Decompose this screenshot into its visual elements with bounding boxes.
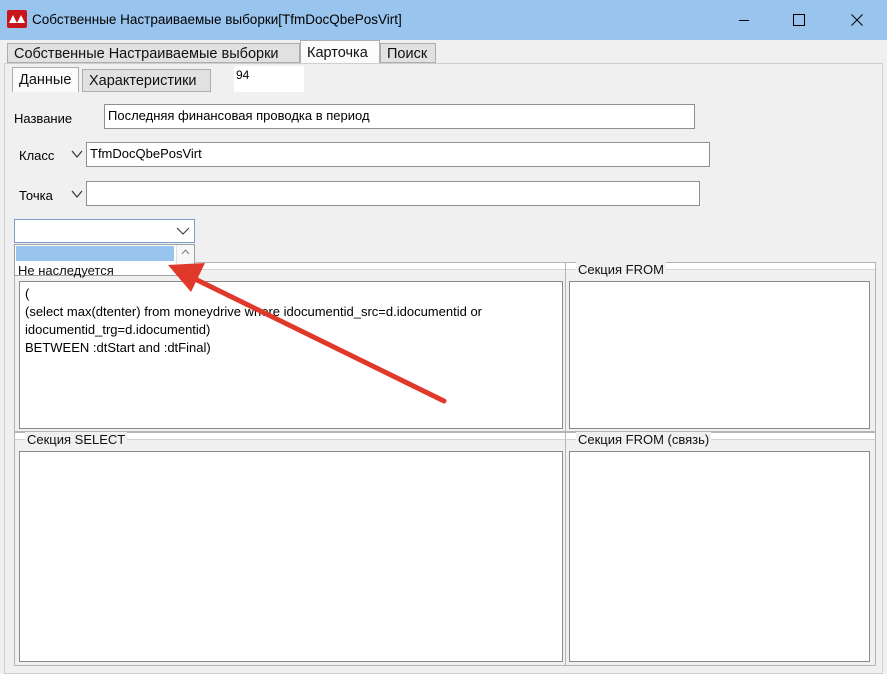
minimize-button[interactable]	[716, 0, 772, 40]
record-id-field: 94	[234, 66, 304, 92]
close-button[interactable]	[829, 0, 885, 40]
close-icon	[851, 14, 863, 26]
tab-search[interactable]: Поиск	[380, 43, 436, 63]
window-title: Собственные Настраиваемые выборки[TfmDoc…	[32, 12, 402, 27]
tab-card[interactable]: Карточка	[300, 40, 380, 64]
code-line: idocumentid_trg=d.idocumentid)	[25, 322, 211, 337]
where-section-group: Не наследуется ( (select max(dtenter) fr…	[14, 262, 566, 432]
from-section-title: Секция FROM	[576, 262, 666, 277]
dropdown-scrollbar[interactable]	[176, 245, 194, 275]
code-line: BETWEEN :dtStart and :dtFinal)	[25, 340, 211, 355]
scroll-up-icon[interactable]	[181, 249, 190, 255]
code-line: (select max(dtenter) from moneydrive whe…	[25, 304, 482, 319]
chevron-down-icon[interactable]	[176, 225, 190, 237]
class-chevron-down-icon[interactable]	[70, 147, 84, 161]
from-link-section-title: Секция FROM (связь)	[576, 432, 712, 447]
code-line: (	[25, 286, 30, 301]
from-link-section-editor[interactable]	[569, 451, 870, 662]
maximize-button[interactable]	[771, 0, 827, 40]
class-input[interactable]: TfmDocQbePosVirt	[86, 142, 710, 167]
tab-data[interactable]: Данные	[12, 67, 79, 92]
inheritance-combobox[interactable]	[14, 219, 195, 243]
select-section-editor[interactable]	[19, 451, 563, 662]
where-section-editor[interactable]: ( (select max(dtenter) from moneydrive w…	[19, 281, 563, 429]
maximize-icon	[793, 14, 805, 26]
from-section-editor[interactable]	[569, 281, 870, 429]
point-label: Точка	[19, 188, 53, 203]
from-section-group: Секция FROM	[565, 262, 876, 432]
dropdown-selected-item[interactable]	[16, 246, 174, 261]
name-label: Название	[14, 111, 73, 126]
scroll-down-icon[interactable]	[181, 265, 190, 271]
select-section-group: Секция SELECT	[14, 432, 566, 666]
name-input[interactable]: Последняя финансовая проводка в период	[104, 104, 695, 129]
point-chevron-down-icon[interactable]	[70, 187, 84, 201]
where-section-title: Не наследуется	[18, 263, 114, 278]
select-section-title: Секция SELECT	[25, 432, 128, 447]
tab-custom-queries[interactable]: Собственные Настраиваемые выборки	[7, 43, 300, 63]
class-label: Класс	[19, 148, 55, 163]
minimize-icon	[739, 20, 749, 21]
point-input[interactable]	[86, 181, 700, 206]
from-link-section-group: Секция FROM (связь)	[565, 432, 876, 666]
tab-characteristics[interactable]: Характеристики	[82, 69, 211, 92]
window-titlebar: Собственные Настраиваемые выборки[TfmDoc…	[0, 0, 887, 40]
app-logo-icon	[7, 10, 27, 28]
